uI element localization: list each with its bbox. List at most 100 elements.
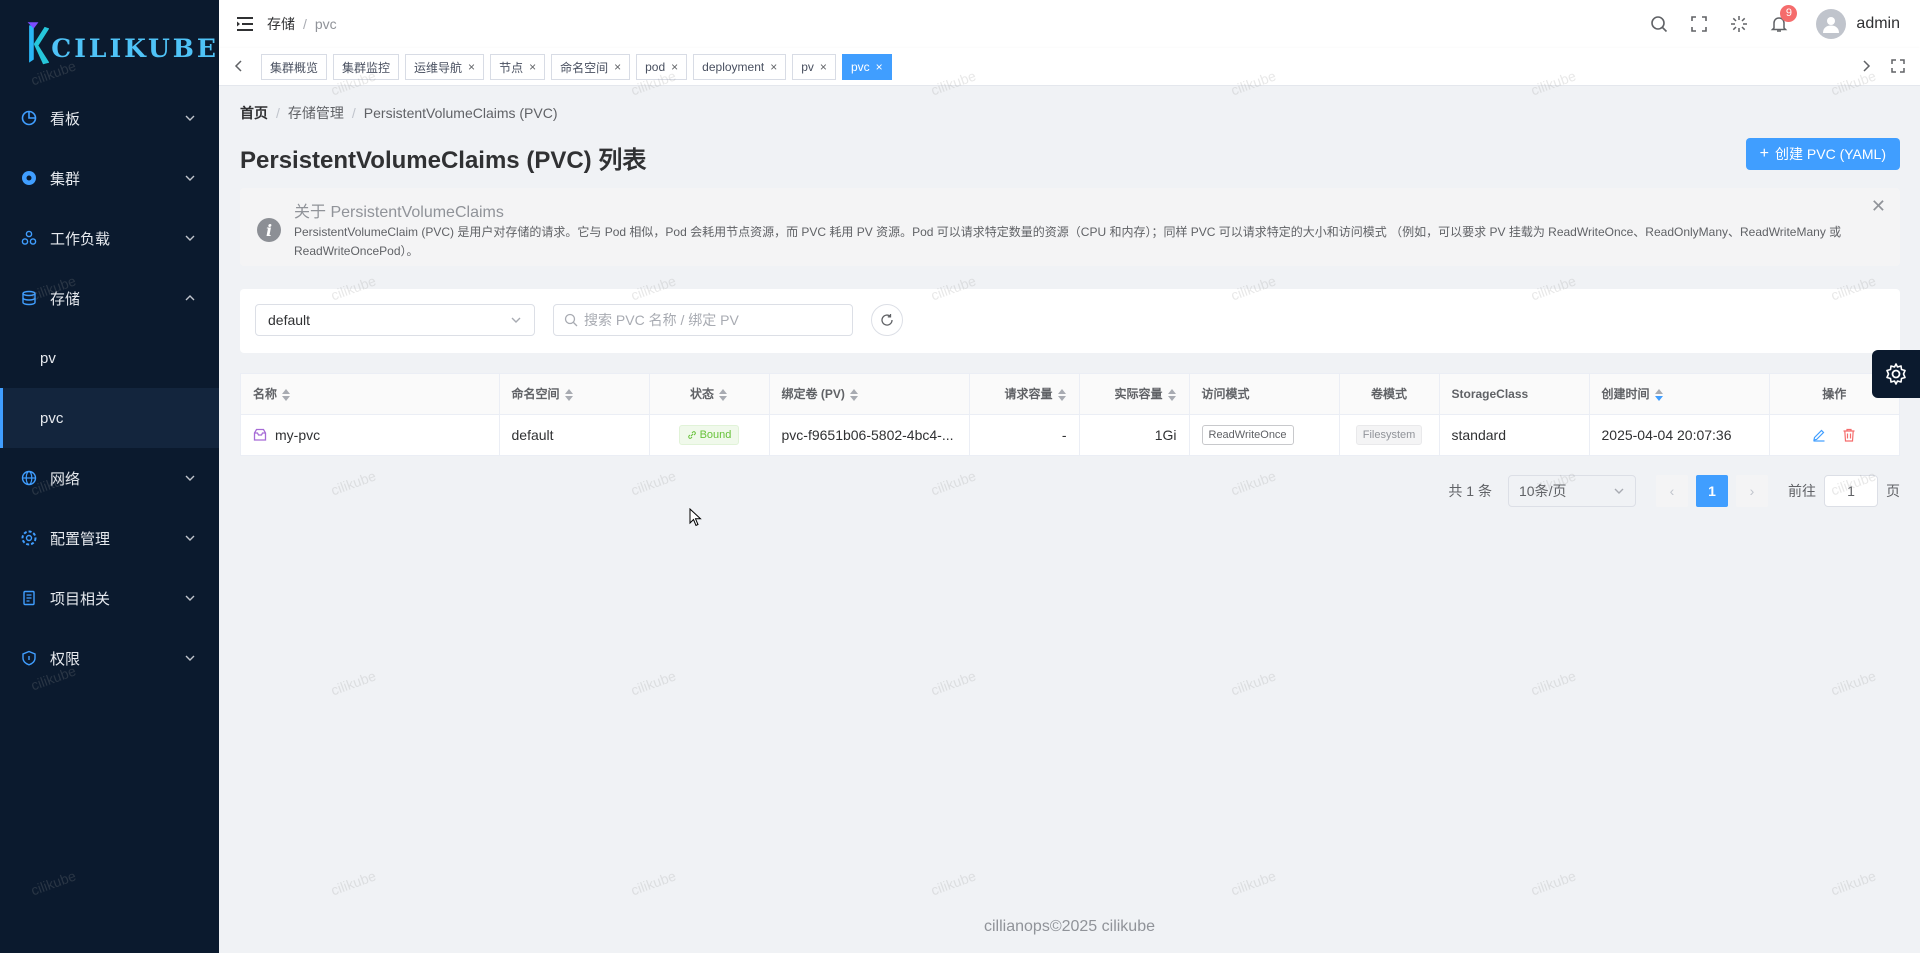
pvc-name-cell[interactable]: my-pvc [241,414,500,455]
search-icon [564,313,578,327]
header-breadcrumb: 存储 / pvc [267,16,337,32]
alert-description: PersistentVolumeClaim (PVC) 是用户对存储的请求。它与… [294,225,1842,258]
sidebar-item-label: 工作负载 [50,230,111,248]
capacity-cell: 1Gi [1079,414,1190,455]
tab-label: deployment [702,60,765,74]
namespace-select-value: default [268,312,311,328]
sidebar-item-config[interactable]: 配置管理 [0,508,219,568]
namespace-cell: default [499,414,650,455]
sidebar-item-pv[interactable]: pv [0,328,219,388]
tab-7[interactable]: pv × [792,54,836,80]
breadcrumb-item[interactable]: 存储 [267,16,295,32]
permission-icon [20,649,38,667]
logo-icon [27,22,50,65]
created-cell: 2025-04-04 20:07:36 [1589,414,1770,455]
prev-page-button[interactable]: ‹ [1656,475,1688,507]
sidebar: CILIKUBE 看板 集群 工作负载 存储 pv pvc 网络 配置管理 项目… [0,0,219,953]
fullscreen-icon[interactable] [1690,15,1708,33]
breadcrumb-home[interactable]: 首页 [240,105,268,121]
create-pvc-button[interactable]: + 创建 PVC (YAML) [1745,138,1900,170]
notification-badge: 9 [1780,5,1798,22]
expand-icon[interactable] [1890,58,1906,74]
tab-1[interactable]: 集群监控 [333,54,400,80]
next-page-button[interactable]: › [1736,475,1768,507]
sidebar-item-dashboard[interactable]: 看板 [0,88,219,148]
tab-label: pod [645,60,666,74]
tab-2[interactable]: 运维导航 × [405,54,485,80]
sidebar-item-project[interactable]: 项目相关 [0,568,219,628]
tab-label: 运维导航 [414,60,463,75]
sidebar-item-permission[interactable]: 权限 [0,628,219,688]
username[interactable]: admin [1856,15,1900,33]
sidebar-item-workload[interactable]: 工作负载 [0,208,219,268]
sidebar-item-pvc[interactable]: pvc [0,388,219,448]
tab-3[interactable]: 节点 × [490,54,546,80]
chevron-left-icon[interactable] [231,58,247,74]
close-tab-icon[interactable]: × [671,60,678,74]
close-tab-icon[interactable]: × [876,60,883,74]
breadcrumb-item[interactable]: 存储管理 [288,105,344,121]
chevron-right-icon[interactable] [1858,58,1874,74]
namespace-select[interactable]: default [255,304,535,336]
column-header-namespace[interactable]: 命名空间 [499,374,650,415]
close-tab-icon[interactable]: × [614,60,621,74]
pvc-icon [253,428,267,441]
delete-icon[interactable] [1842,428,1856,442]
sidebar-item-label: pvc [40,409,64,427]
column-header-access-mode: 访问模式 [1189,374,1340,415]
refresh-button[interactable] [871,304,903,336]
chevron-down-icon [511,317,521,323]
close-tab-icon[interactable]: × [770,60,777,74]
avatar[interactable] [1816,9,1847,39]
page-size-select[interactable]: 10条/页 [1508,475,1636,507]
workload-icon [20,229,38,247]
dashboard-icon [20,109,38,127]
network-icon [20,469,38,487]
search-box[interactable] [553,304,853,336]
column-header-capacity[interactable]: 实际容量 [1079,374,1190,415]
chevron-down-icon [185,475,195,481]
goto-page-input[interactable] [1824,475,1878,507]
search-input[interactable] [584,312,842,328]
close-icon[interactable]: ✕ [1871,196,1886,217]
notification-bell-icon[interactable]: 9 [1770,5,1798,33]
sidebar-item-network[interactable]: 网络 [0,448,219,508]
table-row: my-pvc default Bound pvc-f9651b06-5802-4… [241,414,1899,455]
logo-text: CILIKUBE [51,33,219,63]
tab-5[interactable]: pod × [636,54,688,80]
close-tab-icon[interactable]: × [529,60,536,74]
column-header-request[interactable]: 请求容量 [969,374,1080,415]
request-cell: - [969,414,1080,455]
page-button[interactable]: 1 [1696,475,1728,507]
column-header-storageclass: StorageClass [1439,374,1590,415]
bound-volume-cell[interactable]: pvc-f9651b06-5802-4bc4-... [769,414,970,455]
search-icon[interactable] [1650,15,1668,33]
logo[interactable]: CILIKUBE [0,0,219,88]
close-tab-icon[interactable]: × [468,60,475,74]
chevron-down-icon [185,535,195,541]
sidebar-item-storage[interactable]: 存储 [0,268,219,328]
edit-icon[interactable] [1812,428,1826,442]
access-mode-tag: ReadWriteOnce [1201,424,1294,445]
tab-label: pvc [850,60,870,74]
loading-icon[interactable] [1730,15,1748,33]
page-title: PersistentVolumeClaims (PVC) 列表 [240,147,647,174]
column-header-volume[interactable]: 绑定卷 (PV) [769,374,970,415]
tab-4[interactable]: 命名空间 × [551,54,631,80]
volume-mode-tag: Filesystem [1355,424,1423,445]
settings-button[interactable] [1872,350,1920,398]
tab-label: 命名空间 [560,60,609,75]
tab-6[interactable]: deployment × [693,54,787,80]
tab-0[interactable]: 集群概览 [261,54,328,80]
column-header-name[interactable]: 名称 [241,374,500,415]
close-tab-icon[interactable]: × [820,60,827,74]
hamburger-icon[interactable] [237,17,253,31]
sidebar-item-cluster[interactable]: 集群 [0,148,219,208]
footer: cillianops©2025 cilikube [984,918,1155,935]
breadcrumb-current: pvc [314,16,337,32]
column-header-created[interactable]: 创建时间 [1589,374,1770,415]
chevron-down-icon [1614,488,1624,494]
cluster-icon [20,169,38,187]
tab-8[interactable]: pvc × [841,54,892,80]
column-header-status[interactable]: 状态 [649,374,770,415]
